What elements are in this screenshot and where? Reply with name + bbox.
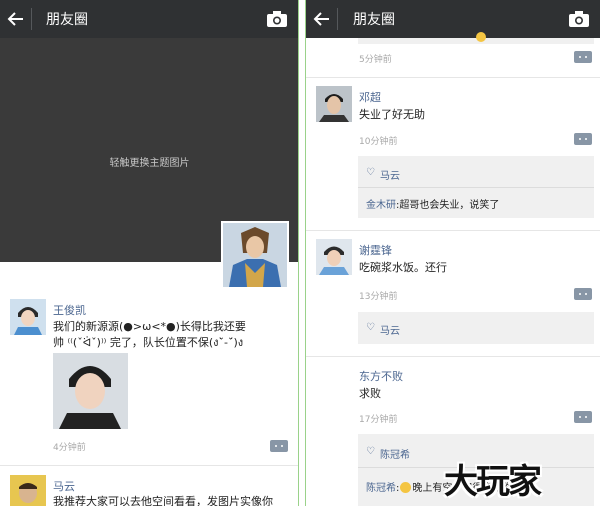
comment-box-partial bbox=[358, 32, 594, 44]
post-text-line-2: 帅 ⁽⁽(ˇᐛˇ)⁾⁾ 完了，队长位置不保(ง˘̀-˘́)ง bbox=[53, 336, 244, 349]
comment-username[interactable]: 金木研 bbox=[366, 200, 396, 211]
comment-icon[interactable] bbox=[574, 411, 592, 423]
comment-username[interactable]: 陈冠希 bbox=[366, 483, 396, 494]
back-arrow-icon[interactable] bbox=[7, 10, 25, 28]
camera-icon[interactable] bbox=[568, 10, 590, 28]
profile-avatar[interactable] bbox=[221, 221, 289, 289]
post-text: 我推荐大家可以去他空间看看，发图片实像你 bbox=[53, 495, 273, 506]
heart-icon: ♡ bbox=[366, 446, 375, 457]
like-username[interactable]: 陈冠希 bbox=[380, 446, 410, 461]
comment[interactable]: 金木研:超哥也会失业，说笑了 bbox=[366, 196, 499, 211]
cover-hint-text: 轻触更换主题图片 bbox=[109, 158, 190, 169]
page-title: 朋友圈 bbox=[353, 12, 395, 28]
comment-icon[interactable] bbox=[270, 440, 288, 452]
post-time: 4分钟前 bbox=[53, 443, 86, 453]
post-text: 吃碗浆水饭。还行 bbox=[359, 261, 447, 274]
moments-panel-left: 朋友圈 轻触更换主题图片 • • 司马昭 王俊凯 我们的新源源(●>ω<*●)长… bbox=[0, 0, 299, 506]
post-text: 失业了好无助 bbox=[359, 108, 425, 121]
post-time: 5分钟前 bbox=[359, 55, 392, 65]
profile-name: 司马昭 bbox=[169, 278, 209, 293]
top-bar-separator bbox=[337, 8, 338, 30]
avatar[interactable] bbox=[10, 475, 46, 506]
box-divider bbox=[358, 187, 594, 188]
avatar[interactable] bbox=[10, 299, 46, 335]
comment-icon[interactable] bbox=[574, 133, 592, 145]
moments-panel-right: 朋友圈 5分钟前 邓超 失业了好无助 10分钟前 ♡ 马云 金木研:超哥也会失业… bbox=[305, 0, 600, 506]
avatar[interactable] bbox=[316, 86, 352, 122]
post-username[interactable]: 王俊凯 bbox=[53, 302, 86, 318]
emoji-icon bbox=[476, 32, 486, 42]
post-username[interactable]: 马云 bbox=[53, 478, 75, 494]
back-arrow-icon[interactable] bbox=[313, 10, 331, 28]
post-time: 10分钟前 bbox=[359, 137, 398, 147]
comment-icon[interactable] bbox=[574, 51, 592, 63]
divider bbox=[0, 465, 298, 466]
divider bbox=[306, 77, 600, 78]
camera-icon[interactable] bbox=[266, 10, 288, 28]
post-username[interactable]: 邓超 bbox=[359, 89, 381, 105]
top-bar: 朋友圈 bbox=[0, 0, 298, 38]
emoji-icon bbox=[400, 482, 412, 493]
page-title: 朋友圈 bbox=[46, 12, 88, 28]
heart-icon: ♡ bbox=[366, 167, 375, 178]
comment-text: :超哥也会失业，说笑了 bbox=[396, 200, 500, 211]
likes-comments-box: ♡ 马云 金木研:超哥也会失业，说笑了 bbox=[358, 156, 594, 218]
divider bbox=[306, 356, 600, 357]
post-username[interactable]: 东方不败 bbox=[359, 368, 403, 384]
comment-icon[interactable] bbox=[574, 288, 592, 300]
likes-box: ♡ 马云 bbox=[358, 312, 594, 344]
post-text: 求败 bbox=[359, 387, 381, 400]
cover-dots: • • bbox=[6, 274, 27, 285]
like-username[interactable]: 马云 bbox=[380, 322, 400, 337]
post-text-line-1: 我们的新源源(●>ω<*●)长得比我还要 bbox=[53, 320, 246, 333]
top-bar: 朋友圈 bbox=[306, 0, 600, 38]
heart-icon: ♡ bbox=[366, 322, 375, 333]
watermark-logo: 大玩家 bbox=[444, 462, 542, 502]
divider bbox=[306, 230, 600, 231]
top-bar-separator bbox=[31, 8, 32, 30]
like-username[interactable]: 马云 bbox=[380, 167, 400, 182]
avatar[interactable] bbox=[316, 239, 352, 275]
post-time: 17分钟前 bbox=[359, 415, 398, 425]
post-time: 13分钟前 bbox=[359, 292, 398, 302]
post-username[interactable]: 谢霆锋 bbox=[359, 242, 392, 258]
post-photo[interactable] bbox=[53, 353, 128, 429]
